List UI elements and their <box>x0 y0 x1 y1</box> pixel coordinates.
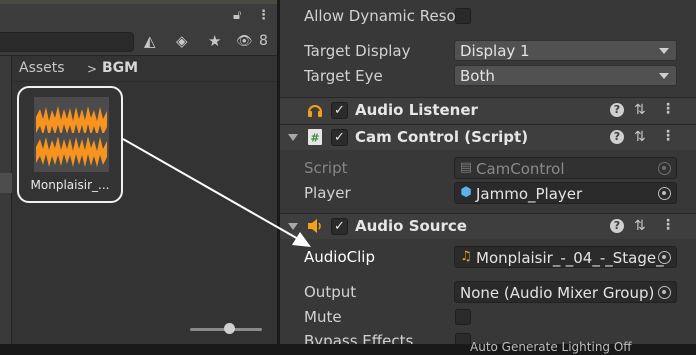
audio-waveform-icon <box>34 97 109 172</box>
breadcrumb-assets[interactable]: Assets <box>19 60 65 76</box>
breadcrumb: Assets > BGM <box>13 56 277 82</box>
player-row: Player ⬢ Jammo_Player <box>280 181 696 206</box>
waveform-graphic <box>34 97 109 172</box>
audio-clip-field[interactable]: ♫ Monplaisir_-_04_-_Stage_ <box>454 246 677 268</box>
object-picker-icon[interactable] <box>658 187 671 200</box>
eye-slash-icon[interactable]: 👁︎ <box>236 34 253 49</box>
headphones-icon <box>308 105 322 117</box>
target-display-dropdown[interactable]: Display 1 <box>454 40 677 61</box>
shapes-icon[interactable]: ◭ <box>144 32 156 50</box>
prefab-cube-icon: ⬢ <box>460 185 472 200</box>
output-value: None (Audio Mixer Group) <box>460 284 655 302</box>
help-icon[interactable]: ? <box>610 103 624 117</box>
project-window: 🔓︎ ⋮ ◭ ◈ ★ 👁︎ 8 Assets > BGM Monplaisir_… <box>0 0 277 355</box>
project-toolbar: ◭ ◈ ★ 👁︎ 8 <box>0 28 277 56</box>
svg-text:#: # <box>310 132 319 145</box>
cam-control-header[interactable]: # ✓ Cam Control (Script) ? ⇅ ⋮ <box>280 124 696 150</box>
audio-clip-icon: ♫ <box>460 249 472 264</box>
player-label: Player <box>304 184 351 202</box>
foldout-arrow-icon[interactable] <box>288 223 298 230</box>
audio-clip-row: AudioClip ♫ Monplaisir_-_04_-_Stage_ <box>280 245 696 270</box>
unity-editor: 🔓︎ ⋮ ◭ ◈ ★ 👁︎ 8 Assets > BGM Monplaisir_… <box>0 0 696 355</box>
status-text: Auto Generate Lighting Off <box>470 340 632 354</box>
audio-source-header[interactable]: ✓ Audio Source ? ⇅ ⋮ <box>280 213 696 239</box>
object-picker-icon <box>658 162 671 175</box>
mute-label: Mute <box>304 308 342 326</box>
allow-dynamic-resolution-row: Allow Dynamic Reso <box>280 4 696 29</box>
allow-dynamic-resolution-label: Allow Dynamic Reso <box>304 7 456 25</box>
csharp-script-icon: # <box>308 129 322 145</box>
kebab-menu-icon[interactable]: ⋮ <box>661 217 675 233</box>
audio-clip-value: Monplaisir_-_04_-_Stage_ <box>476 249 664 267</box>
kebab-menu-icon[interactable]: ⋮ <box>661 101 675 117</box>
target-eye-dropdown[interactable]: Both <box>454 65 677 86</box>
kebab-menu-icon[interactable]: ⋮ <box>661 128 675 144</box>
folder-tree-selected-row[interactable] <box>0 173 12 193</box>
script-row: Script ▤ CamControl <box>280 156 696 181</box>
audio-clip-label: AudioClip <box>304 248 375 266</box>
tag-icon[interactable]: ◈ <box>176 32 188 50</box>
chevron-down-icon <box>659 48 669 54</box>
audio-source-enabled-checkbox[interactable]: ✓ <box>331 218 348 235</box>
target-eye-value: Both <box>460 67 495 85</box>
search-input[interactable] <box>0 32 134 52</box>
player-value: Jammo_Player <box>476 185 583 203</box>
breadcrumb-separator: > <box>87 62 98 76</box>
project-window-header: 🔓︎ ⋮ <box>0 4 277 28</box>
output-row: Output None (Audio Mixer Group) <box>280 280 696 305</box>
help-icon[interactable]: ? <box>610 130 624 144</box>
lock-icon[interactable]: 🔓︎ <box>233 8 241 23</box>
target-eye-label: Target Eye <box>304 67 383 85</box>
script-value: CamControl <box>476 160 565 178</box>
allow-dynamic-resolution-checkbox[interactable] <box>455 8 471 24</box>
script-field: ▤ CamControl <box>454 157 677 179</box>
presets-icon[interactable]: ⇅ <box>634 102 646 118</box>
folder-tree[interactable] <box>0 56 12 355</box>
object-picker-icon[interactable] <box>658 286 671 299</box>
mute-row: Mute <box>280 305 696 330</box>
audio-asset-tile[interactable]: Monplaisir_... <box>17 86 123 203</box>
audio-source-title: Audio Source <box>355 217 467 235</box>
audio-listener-enabled-checkbox[interactable]: ✓ <box>331 102 348 119</box>
status-bar: Auto Generate Lighting Off <box>0 340 696 355</box>
star-icon[interactable]: ★ <box>208 32 221 50</box>
target-display-row: Target Display Display 1 <box>280 39 696 64</box>
zoom-slider-handle[interactable] <box>224 323 235 334</box>
presets-icon[interactable]: ⇅ <box>634 218 646 234</box>
output-label: Output <box>304 283 357 301</box>
script-label: Script <box>304 159 348 177</box>
player-field[interactable]: ⬢ Jammo_Player <box>454 182 677 204</box>
target-eye-row: Target Eye Both <box>280 64 696 89</box>
help-icon[interactable]: ? <box>610 219 624 233</box>
inspector-window: Allow Dynamic Reso Target Display Displa… <box>280 0 696 355</box>
kebab-menu-icon[interactable]: ⋮ <box>257 8 270 23</box>
audio-listener-title: Audio Listener <box>355 101 478 119</box>
output-field[interactable]: None (Audio Mixer Group) <box>454 281 677 303</box>
target-display-value: Display 1 <box>460 42 530 60</box>
target-display-label: Target Display <box>304 42 411 60</box>
cam-control-title: Cam Control (Script) <box>355 128 529 146</box>
presets-icon[interactable]: ⇅ <box>634 129 646 145</box>
script-file-icon: ▤ <box>459 160 473 175</box>
cam-control-enabled-checkbox[interactable]: ✓ <box>331 129 348 146</box>
asset-name: Monplaisir_... <box>30 178 110 192</box>
hidden-packages-count: 8 <box>259 33 268 49</box>
foldout-arrow-icon[interactable] <box>288 134 298 141</box>
speaker-icon <box>308 219 321 233</box>
object-picker-icon[interactable] <box>658 251 671 264</box>
mute-checkbox[interactable] <box>455 309 471 325</box>
chevron-down-icon <box>659 73 669 79</box>
audio-listener-header[interactable]: ✓ Audio Listener ? ⇅ ⋮ <box>280 97 696 123</box>
breadcrumb-bgm[interactable]: BGM <box>102 60 138 76</box>
